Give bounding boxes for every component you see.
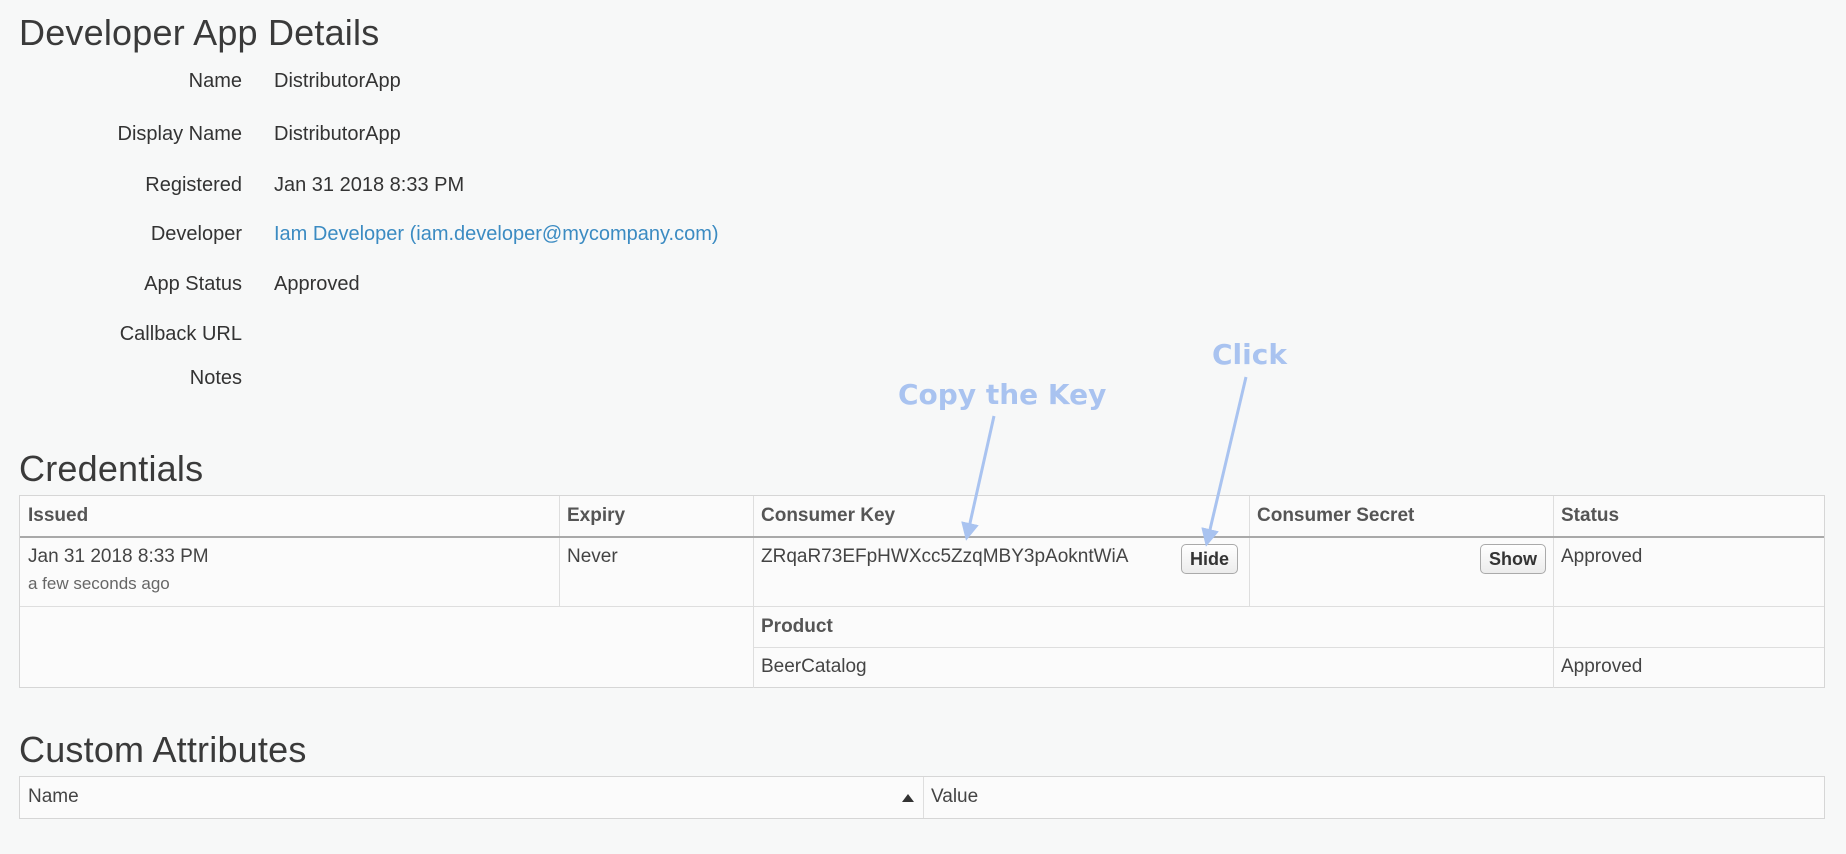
custom-attributes-title: Custom Attributes bbox=[19, 729, 307, 770]
issued-date: Jan 31 2018 8:33 PM bbox=[28, 546, 209, 567]
column-header-issued: Issued bbox=[28, 505, 89, 526]
developer-link[interactable]: Iam Developer (iam.developer@mycompany.c… bbox=[274, 223, 719, 246]
hide-key-button[interactable]: Hide bbox=[1181, 544, 1239, 574]
product-status: Approved bbox=[1561, 656, 1643, 677]
column-header-expiry: Expiry bbox=[567, 505, 626, 526]
detail-label: Callback URL bbox=[119, 323, 242, 345]
detail-label: Name bbox=[188, 70, 242, 92]
show-secret-button[interactable]: Show bbox=[1480, 544, 1546, 574]
page-title: Developer App Details bbox=[19, 12, 380, 53]
consumer-key-value[interactable]: ZRqaR73EFpHWXcc5ZzqMBY3pAokntWiA bbox=[753, 538, 1173, 576]
detail-label: App Status bbox=[144, 273, 242, 295]
credential-status: Approved bbox=[1561, 546, 1643, 567]
detail-value: DistributorApp bbox=[274, 70, 401, 92]
column-header-consumer-secret: Consumer Secret bbox=[1257, 505, 1415, 526]
column-header-consumer-key: Consumer Key bbox=[761, 505, 896, 526]
credentials-title: Credentials bbox=[19, 448, 204, 489]
sort-ascending-icon[interactable] bbox=[902, 794, 914, 802]
detail-value: Jan 31 2018 8:33 PM bbox=[274, 174, 465, 196]
expiry-cell: Never bbox=[567, 546, 618, 567]
detail-value: DistributorApp bbox=[274, 123, 401, 145]
detail-value: Approved bbox=[274, 273, 360, 295]
issued-cell: Jan 31 2018 8:33 PM a few seconds ago bbox=[20, 538, 559, 602]
detail-label: Developer bbox=[150, 223, 242, 245]
product-link[interactable]: BeerCatalog bbox=[753, 648, 1553, 686]
annotation-click: Click bbox=[1212, 338, 1287, 371]
annotation-copy-key: Copy the Key bbox=[898, 378, 1107, 411]
column-header-value: Value bbox=[931, 786, 979, 807]
column-header-status: Status bbox=[1561, 505, 1620, 526]
detail-label: Display Name bbox=[117, 123, 242, 145]
custom-attributes-table: Name Value bbox=[19, 776, 1825, 819]
issued-relative: a few seconds ago bbox=[28, 574, 170, 593]
detail-label: Notes bbox=[189, 367, 242, 389]
detail-label: Registered bbox=[145, 174, 242, 196]
credentials-table: Issued Expiry Consumer Key Consumer Secr… bbox=[19, 495, 1825, 688]
column-header-name[interactable]: Name bbox=[20, 777, 923, 816]
product-header: Product bbox=[761, 616, 833, 637]
